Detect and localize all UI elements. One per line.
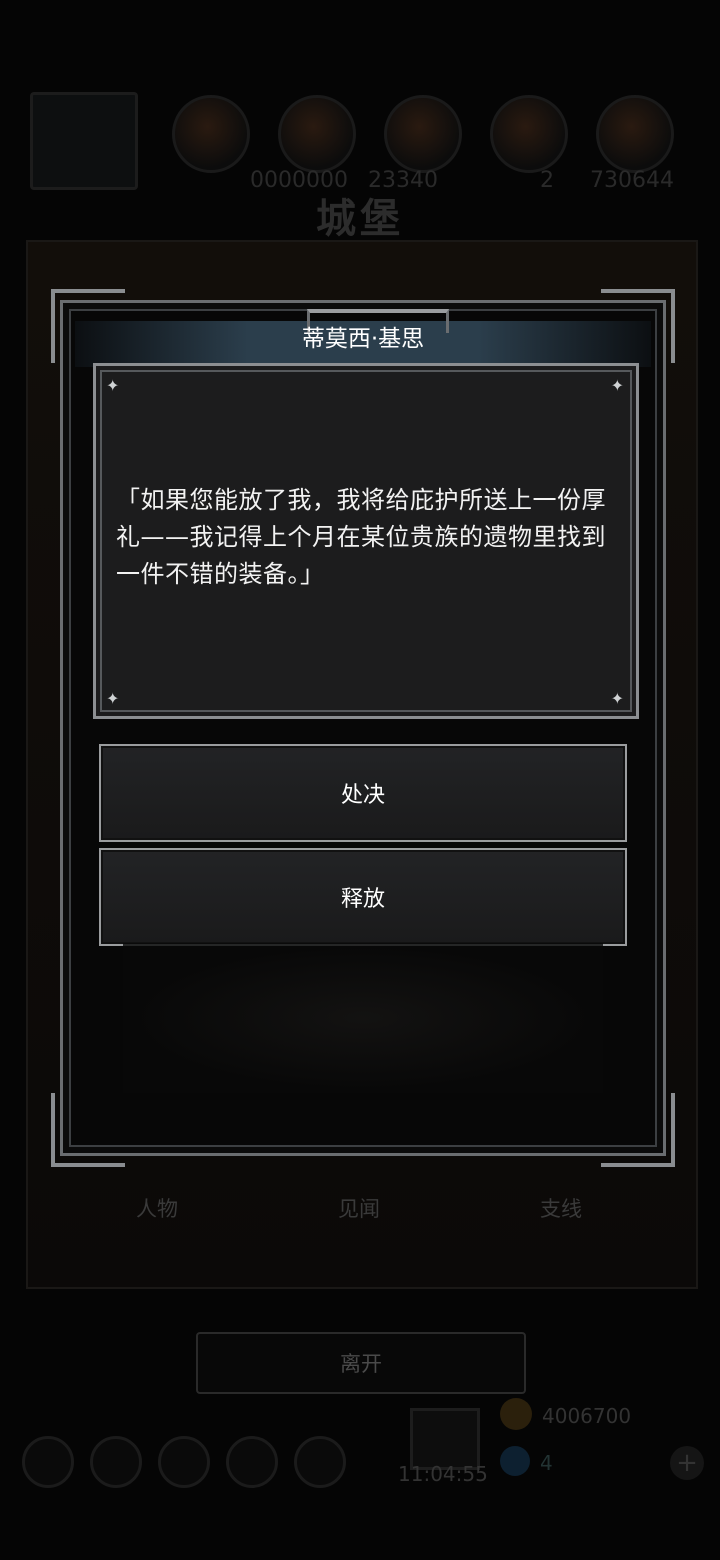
location-title: 城堡: [316, 196, 404, 242]
resource-icon-3: [384, 95, 462, 173]
resource-icon-5: [596, 95, 674, 173]
event-dialog: 蒂莫西·基思 ✦ ✦ ✦ ✦ 「如果您能放了我，我将给庇护所送上一份厚礼——我记…: [51, 289, 675, 1167]
dialog-text: 「如果您能放了我，我将给庇护所送上一份厚礼——我记得上个月在某位贵族的遗物里找到…: [116, 486, 606, 588]
hero-portrait: [30, 92, 138, 190]
speaker-name: 蒂莫西·基思: [301, 326, 425, 352]
gift-icon[interactable]: [410, 1408, 480, 1470]
execute-button[interactable]: 处决: [99, 744, 627, 842]
background-tabs: 人物 见闻 支线: [60, 1175, 660, 1235]
menu-icon-3[interactable]: [158, 1436, 210, 1488]
menu-icon-4[interactable]: [226, 1436, 278, 1488]
menu-icon-2[interactable]: [90, 1436, 142, 1488]
menu-icon-5[interactable]: [294, 1436, 346, 1488]
resource-icon-2: [278, 95, 356, 173]
tab-side-quests[interactable]: 支线: [540, 1193, 582, 1223]
tab-characters[interactable]: 人物: [136, 1193, 178, 1223]
release-button[interactable]: 释放: [99, 848, 627, 946]
sparkle-icon: ✦: [610, 376, 624, 395]
clock-text: 11:04:55: [398, 1462, 488, 1486]
sparkle-icon: ✦: [610, 689, 624, 708]
tab-news[interactable]: 见闻: [338, 1193, 380, 1223]
ornament-corner-icon: [601, 1093, 675, 1167]
menu-icon-1[interactable]: [22, 1436, 74, 1488]
resource-icon-4: [490, 95, 568, 173]
dialog-text-box: ✦ ✦ ✦ ✦ 「如果您能放了我，我将给庇护所送上一份厚礼——我记得上个月在某位…: [93, 363, 639, 719]
add-icon[interactable]: +: [670, 1446, 704, 1480]
ornament-corner-icon: [51, 1093, 125, 1167]
gold-amount: 4006700: [542, 1404, 632, 1428]
dialog-backdrop-art: [123, 943, 603, 1093]
gem-amount: 4: [540, 1451, 553, 1475]
resource-icon-1: [172, 95, 250, 173]
leave-button[interactable]: 离开: [196, 1332, 526, 1394]
gold-coin-icon: [500, 1398, 532, 1430]
sparkle-icon: ✦: [106, 376, 120, 395]
gem-icon: [500, 1446, 530, 1476]
sparkle-icon: ✦: [106, 689, 120, 708]
